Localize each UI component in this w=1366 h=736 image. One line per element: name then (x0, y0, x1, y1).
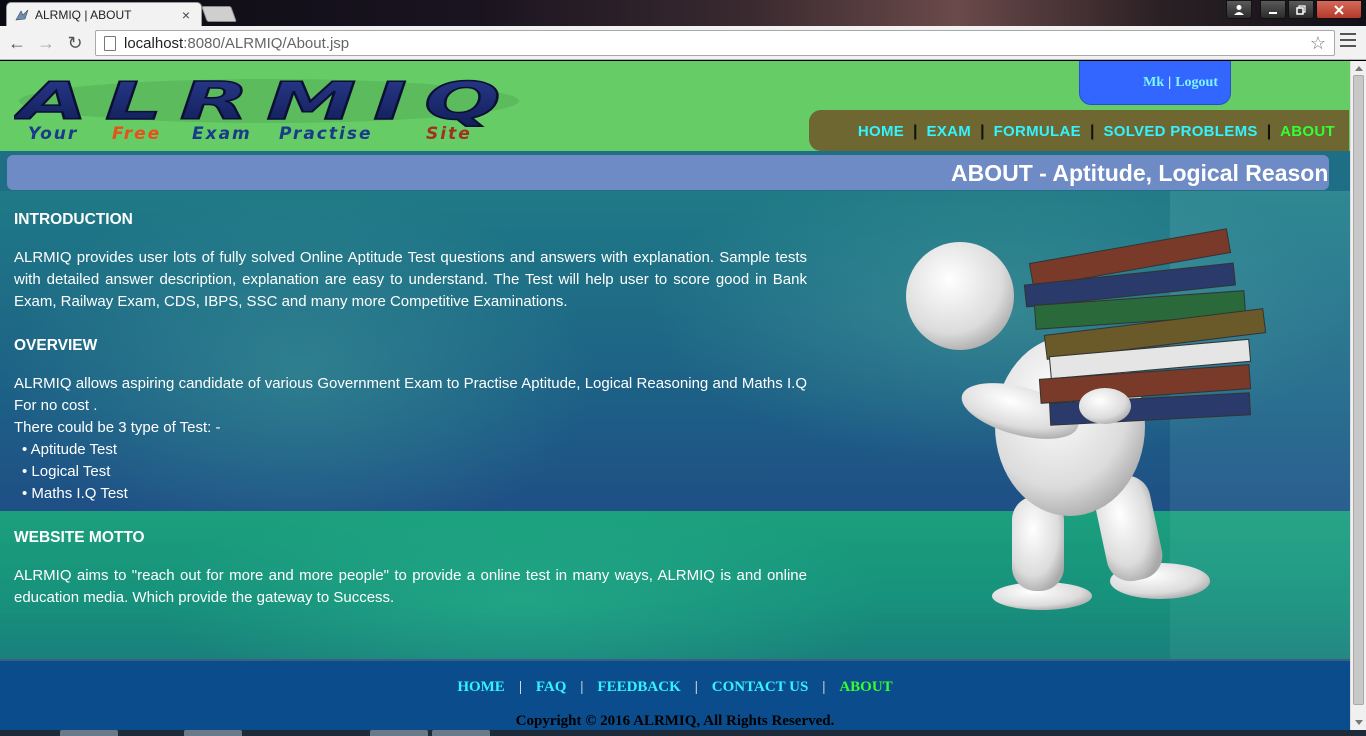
window-controls (1226, 0, 1362, 20)
nav-exam[interactable]: EXAM (927, 123, 972, 140)
nav-solved-problems[interactable]: SOLVED PROBLEMS (1103, 123, 1257, 140)
copyright-text: Copyright © 2016 ALRMIQ, All Rights Rese… (515, 713, 835, 729)
nav-separator: | (1266, 122, 1272, 140)
tab-close-icon[interactable]: × (179, 7, 193, 23)
site-footer: HOME | FAQ | FEEDBACK | CONTACT US | ABOUT Copyr… (0, 661, 1350, 730)
page-viewport: ALRMIQ Your Free Exam Practise Site Mk |… (0, 61, 1350, 730)
browser-tab[interactable]: ALRMIQ | ABOUT × (6, 2, 202, 26)
nav-about[interactable]: ABOUT (1280, 123, 1335, 140)
scroll-down-icon[interactable] (1355, 720, 1363, 725)
user-separator: | (1168, 74, 1172, 90)
motto-heading: WEBSITE MOTTO (14, 529, 145, 546)
browser-menu-icon[interactable] (1340, 33, 1356, 47)
tab-title: ALRMIQ | ABOUT (35, 7, 132, 22)
vertical-scrollbar[interactable] (1350, 61, 1366, 730)
about-content: INTRODUCTION ALRMIQ provides user lots o… (14, 209, 807, 609)
scroll-up-icon[interactable] (1355, 66, 1363, 71)
nav-separator: | (913, 122, 918, 140)
username-link[interactable]: Mk (1143, 75, 1164, 91)
taskbar-item[interactable] (60, 730, 118, 736)
user-profile-icon[interactable] (1226, 0, 1252, 19)
site-logo[interactable]: ALRMIQ Your Free Exam Practise Site (14, 77, 524, 145)
taskbar-item[interactable] (184, 730, 242, 736)
minimize-icon[interactable] (1260, 0, 1286, 19)
nav-separator: | (980, 122, 985, 140)
user-box: Mk | Logout (1079, 61, 1231, 105)
test-types-list: • Aptitude Test • Logical Test • Maths I… (14, 439, 807, 505)
nav-separator: | (1089, 122, 1095, 140)
footer-feedback-link[interactable]: FEEDBACK (597, 679, 680, 695)
browser-toolbar: ← → ↻ localhost:8080/ALRMIQ/About.jsp ☆ (0, 26, 1366, 60)
list-item: • Logical Test (22, 463, 111, 480)
address-bar[interactable]: localhost:8080/ALRMIQ/About.jsp ☆ (95, 30, 1335, 56)
taskbar-item[interactable] (432, 730, 490, 736)
intro-text: ALRMIQ provides user lots of fully solve… (14, 249, 807, 310)
logout-link[interactable]: Logout (1175, 75, 1218, 91)
footer-faq-link[interactable]: FAQ (536, 679, 567, 695)
page-icon (104, 35, 116, 51)
figure-carrying-books-image (906, 228, 1267, 610)
list-item: • Aptitude Test (22, 441, 118, 458)
back-icon[interactable]: ← (6, 32, 28, 54)
footer-contact-link[interactable]: CONTACT US (712, 679, 809, 695)
intro-heading: INTRODUCTION (14, 211, 133, 228)
url-host: localhost (124, 34, 184, 52)
close-window-icon[interactable] (1316, 0, 1362, 19)
overview-heading: OVERVIEW (14, 337, 98, 354)
os-taskbar (0, 730, 1366, 736)
marquee-text: ABOUT - Aptitude, Logical Reasoning (951, 160, 1329, 186)
types-intro: There could be 3 type of Test: - (14, 419, 221, 436)
footer-nav: HOME | FAQ | FEEDBACK | CONTACT US | ABOUT (0, 679, 1350, 696)
bookmark-star-icon[interactable]: ☆ (1310, 33, 1326, 54)
new-tab-button[interactable] (201, 6, 237, 22)
footer-separator: | (694, 679, 698, 695)
favicon-icon (15, 9, 29, 20)
nav-home[interactable]: HOME (858, 123, 904, 140)
site-header: ALRMIQ Your Free Exam Practise Site Mk |… (0, 61, 1350, 151)
window-titlebar: ALRMIQ | ABOUT × (0, 0, 1366, 26)
footer-about-link[interactable]: ABOUT (839, 679, 892, 695)
nav-formulae[interactable]: FORMULAE (994, 123, 1081, 140)
footer-home-link[interactable]: HOME (457, 679, 505, 695)
footer-separator: | (822, 679, 826, 695)
list-item: • Maths I.Q Test (22, 485, 128, 502)
restore-icon[interactable] (1288, 0, 1314, 19)
url-path: :8080/ALRMIQ/About.jsp (183, 34, 350, 52)
forward-icon[interactable]: → (35, 32, 57, 54)
main-nav: HOME | EXAM | FORMULAE | SOLVED PROBLEMS… (809, 110, 1349, 151)
marquee-bar: ABOUT - Aptitude, Logical Reasoning (7, 155, 1329, 190)
taskbar-item[interactable] (370, 730, 428, 736)
overview-text: ALRMIQ allows aspiring candidate of vari… (14, 375, 807, 414)
scrollbar-thumb[interactable] (1353, 75, 1364, 705)
reload-icon[interactable]: ↻ (64, 32, 86, 54)
motto-text: ALRMIQ aims to "reach out for more and m… (14, 567, 807, 606)
footer-separator: | (518, 679, 522, 695)
footer-separator: | (580, 679, 584, 695)
